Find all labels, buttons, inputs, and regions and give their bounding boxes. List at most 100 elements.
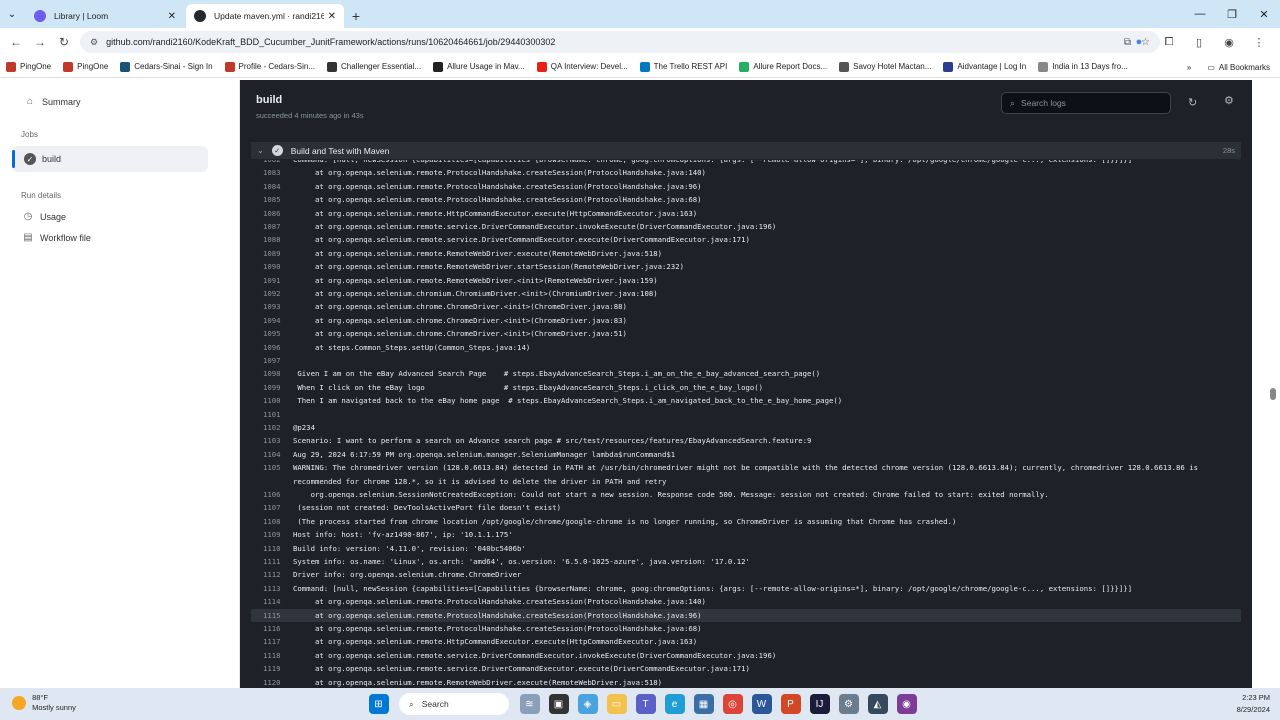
log-line[interactable]: 1084 at org.openqa.selenium.remote.Proto…	[251, 180, 1241, 193]
sidebar-item-build[interactable]: ✓ build	[24, 153, 61, 165]
refresh-icon[interactable]: ↻	[1188, 96, 1197, 109]
line-number[interactable]: 1109	[251, 528, 293, 541]
line-number[interactable]: 1098	[251, 367, 293, 380]
taskbar-search[interactable]: ⌕ Search	[399, 693, 509, 715]
restore-icon[interactable]: ❐	[1216, 0, 1248, 28]
line-number[interactable]: 1092	[251, 287, 293, 300]
all-bookmarks-button[interactable]: » ▭ All Bookmarks	[1187, 56, 1270, 78]
sidebar-item-summary[interactable]: ⌂ Summary	[24, 96, 81, 107]
sidebar-icon[interactable]: ▯	[1184, 36, 1214, 49]
line-number[interactable]: 1091	[251, 274, 293, 287]
address-bar[interactable]: ⚙ github.com/randi2160/KodeKraft_BDD_Cuc…	[80, 31, 1160, 53]
page-scrollbar[interactable]	[1266, 80, 1280, 688]
chrome-icon[interactable]: ◎	[722, 694, 743, 714]
profile-avatar[interactable]: ◉	[1214, 36, 1244, 49]
line-number[interactable]: 1112	[251, 568, 293, 581]
log-line[interactable]: 1089 at org.openqa.selenium.remote.Remot…	[251, 247, 1241, 260]
line-number[interactable]: 1111	[251, 555, 293, 568]
log-line[interactable]: 1105 WARNING: The chromedriver version (1…	[251, 461, 1241, 474]
log-line[interactable]: 1107 (session not created: DevToolsActiv…	[251, 501, 1241, 514]
line-number[interactable]: 1113	[251, 582, 293, 595]
copilot-icon[interactable]: ◈	[577, 694, 598, 714]
bookmark-item[interactable]: QA Interview: Devel...	[536, 61, 628, 72]
bookmark-item[interactable]: Allure Report Docs...	[739, 61, 827, 72]
log-line[interactable]: 1099 When I click on the eBay logo # ste…	[251, 381, 1241, 394]
log-line[interactable]: 1104 Aug 29, 2024 6:17:59 PM org.openqa.s…	[251, 448, 1241, 461]
line-number[interactable]: 1095	[251, 327, 293, 340]
more-menu-icon[interactable]: ⋮	[1244, 36, 1274, 49]
bookmark-item[interactable]: Allure Usage in Mav...	[433, 61, 525, 72]
line-number[interactable]: 1102	[251, 421, 293, 434]
step-header[interactable]: ⌄ ✓ Build and Test with Maven 28s	[251, 142, 1241, 159]
log-line[interactable]: 1103 Scenario: I want to perform a search…	[251, 434, 1241, 447]
line-number[interactable]: 1094	[251, 314, 293, 327]
bookmark-item[interactable]: PingOne	[63, 61, 108, 72]
log-line[interactable]: 1093 at org.openqa.selenium.chrome.Chrom…	[251, 300, 1241, 313]
settings-icon[interactable]: ⚙	[838, 694, 859, 714]
log-line[interactable]: 1114 at org.openqa.selenium.remote.Proto…	[251, 595, 1241, 608]
log-line[interactable]: 1088 at org.openqa.selenium.remote.servi…	[251, 233, 1241, 246]
log-line[interactable]: 1113 Command: [null, newSession {capabili…	[251, 582, 1241, 595]
log-line[interactable]: 1102 @p234	[251, 421, 1241, 434]
sidebar-item-workflow-file[interactable]: ▤ Workflow file	[22, 232, 91, 243]
word-icon[interactable]: W	[751, 694, 772, 714]
line-number[interactable]: 1084	[251, 180, 293, 193]
line-number[interactable]: 1105	[251, 461, 293, 474]
line-number[interactable]: 1106	[251, 488, 293, 501]
log-line[interactable]: 1111 System info: os.name: 'Linux', os.ar…	[251, 555, 1241, 568]
site-info-icon[interactable]: ⚙	[90, 37, 98, 48]
log-line[interactable]: 1112 Driver info: org.openqa.selenium.chr…	[251, 568, 1241, 581]
log-line[interactable]: 1098 Given I am on the eBay Advanced Sea…	[251, 367, 1241, 380]
close-window-icon[interactable]: ✕	[1248, 0, 1280, 28]
bookmark-item[interactable]: Savoy Hotel Mactan...	[839, 61, 931, 72]
line-number[interactable]: 1085	[251, 193, 293, 206]
log-line[interactable]: 1085 at org.openqa.selenium.remote.Proto…	[251, 193, 1241, 206]
log-line[interactable]: 1096 at steps.Common_Steps.setUp(Common_…	[251, 341, 1241, 354]
log-line[interactable]: 1110 Build info: version: '4.11.0', revis…	[251, 542, 1241, 555]
log-line[interactable]: 1109 Host info: host: 'fv-az1490-867', ip…	[251, 528, 1241, 541]
log-line[interactable]: 1108 (The process started from chrome lo…	[251, 515, 1241, 528]
bookmark-item[interactable]: Aidvantage | Log In	[943, 61, 1026, 72]
tab-library-loom[interactable]: Library | Loom ✕	[26, 4, 184, 28]
bookmark-item[interactable]: Challenger Essential...	[327, 61, 421, 72]
teams-icon[interactable]: T	[635, 694, 656, 714]
line-number[interactable]: 1083	[251, 166, 293, 179]
line-number[interactable]: 1089	[251, 247, 293, 260]
log-line[interactable]: 1094 at org.openqa.selenium.chrome.Chrom…	[251, 314, 1241, 327]
file-explorer-icon[interactable]: ▭	[606, 694, 627, 714]
log-line[interactable]: 1118 at org.openqa.selenium.remote.servi…	[251, 649, 1241, 662]
log-line[interactable]: 1087 at org.openqa.selenium.remote.servi…	[251, 220, 1241, 233]
intellij-icon[interactable]: IJ	[809, 694, 830, 714]
url-text[interactable]: github.com/randi2160/KodeKraft_BDD_Cucum…	[106, 37, 1124, 47]
log-line[interactable]: 1116 at org.openqa.selenium.remote.Proto…	[251, 622, 1241, 635]
log-line[interactable]: 1100 Then I am navigated back to the eBa…	[251, 394, 1241, 407]
line-number[interactable]: 1108	[251, 515, 293, 528]
log-line[interactable]: 1119 at org.openqa.selenium.remote.servi…	[251, 662, 1241, 675]
extension-icon[interactable]: ●	[1124, 36, 1154, 48]
log-line[interactable]: 1101	[251, 408, 1241, 421]
app-icon[interactable]: ◉	[896, 694, 917, 714]
line-number[interactable]: 1110	[251, 542, 293, 555]
line-number[interactable]: 1118	[251, 649, 293, 662]
windows-start-icon[interactable]: ⊞	[368, 694, 389, 714]
bookmark-item[interactable]: Cedars-Sinai - Sign In	[120, 61, 213, 72]
line-number[interactable]: 1093	[251, 300, 293, 313]
line-number[interactable]: 1088	[251, 233, 293, 246]
system-clock[interactable]: 2:23 PM 8/29/2024	[1237, 692, 1270, 716]
gear-icon[interactable]: ⚙	[1224, 94, 1234, 107]
log-line[interactable]: 1120 at org.openqa.selenium.remote.Remot…	[251, 676, 1241, 688]
store-icon[interactable]: ▦	[693, 694, 714, 714]
log-line[interactable]: 1091 at org.openqa.selenium.remote.Remot…	[251, 274, 1241, 287]
edge-icon[interactable]: e	[664, 694, 685, 714]
log-line[interactable]: 1106 org.openqa.selenium.SessionNotCreat…	[251, 488, 1241, 501]
bookmark-item[interactable]: The Trello REST API	[639, 61, 727, 72]
app-icon[interactable]: ◭	[867, 694, 888, 714]
new-tab-button[interactable]: +	[344, 4, 368, 28]
log-line[interactable]: 1115 at org.openqa.selenium.remote.Proto…	[251, 608, 1241, 622]
widgets-icon[interactable]: ≋	[519, 694, 540, 714]
task-view-icon[interactable]: ▣	[548, 694, 569, 714]
log-line[interactable]: 1086 at org.openqa.selenium.remote.HttpC…	[251, 207, 1241, 220]
log-line[interactable]: recommended for chrome 128.*, so it is a…	[251, 475, 1241, 488]
back-icon[interactable]: ←	[4, 35, 28, 49]
bookmark-item[interactable]: PingOne	[6, 61, 51, 72]
